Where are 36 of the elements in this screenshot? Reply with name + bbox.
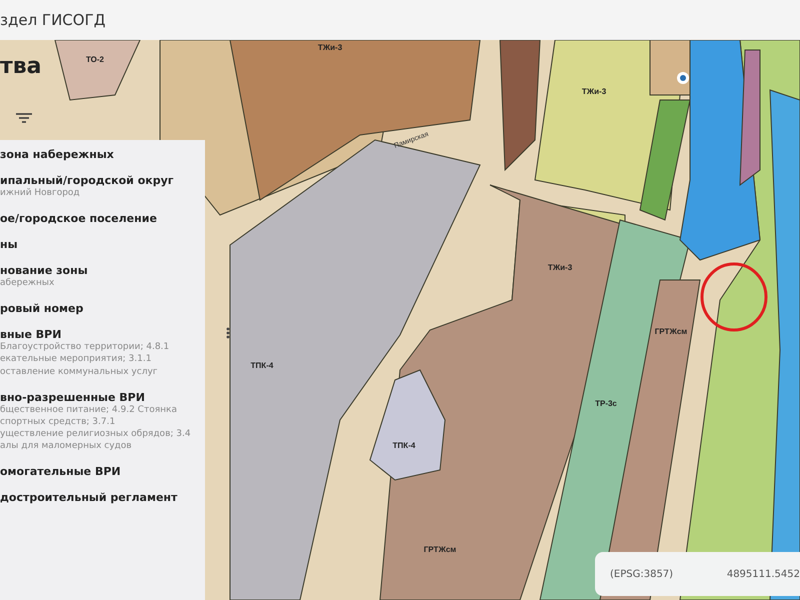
zone-label: ГРТЖсм [654, 327, 688, 336]
zone-label: ТЖи-3 [548, 263, 572, 272]
location-pin-icon [677, 72, 689, 84]
more-icon[interactable] [226, 327, 230, 339]
field-label: вно-разрешенные ВРИ [0, 390, 146, 404]
field-label: нование зоны [0, 264, 89, 278]
field-value: оставление коммунальных услуг [0, 366, 158, 378]
crs-label: (EPSG:3857) [610, 568, 674, 580]
field-value: абережных [0, 277, 56, 290]
field-label: ровый номер [0, 302, 84, 316]
field-value: алы для маломерных судов [0, 440, 133, 452]
field-label: зона набережных [0, 148, 115, 161]
field-value: бщественное питание; 4.9.2 Стоянка [0, 404, 178, 416]
hand-drawn-circle [700, 262, 768, 332]
field-label: ны [0, 238, 19, 252]
zone-label: ГРТЖсм [424, 545, 456, 554]
field-label: вные ВРИ [0, 328, 62, 342]
field-value: екательные мероприятия; 3.1.1 [0, 353, 152, 366]
zone-label: ТР-3с [595, 399, 617, 408]
zone-label: ТПК-4 [392, 441, 416, 450]
zone-label: ТЖи-3 [582, 87, 606, 96]
field-label: ое/городское поселение [0, 212, 158, 226]
field-value: ижний Новгород [0, 187, 81, 200]
zone-label: ТЖи-3 [318, 43, 342, 52]
filter-icon[interactable] [16, 113, 32, 123]
field-label: омогательные ВРИ [0, 465, 122, 478]
field-label: достроительный регламент [0, 491, 178, 504]
page-title: тва [0, 54, 42, 79]
field-value: уществление религиозных обрядов; 3.4 [0, 428, 192, 440]
zone-label: ТПК-4 [250, 361, 274, 370]
field-value: Благоустройство территории; 4.8.1 [0, 341, 170, 354]
field-value: спортных средств; 3.7.1 [0, 416, 116, 428]
coordinate-value: 4895111.5452 [726, 568, 800, 580]
zone-label: ТО-2 [86, 55, 104, 64]
header-title: здел ГИСОГД [0, 11, 106, 29]
field-label: ипальный/городской округ [0, 174, 175, 187]
